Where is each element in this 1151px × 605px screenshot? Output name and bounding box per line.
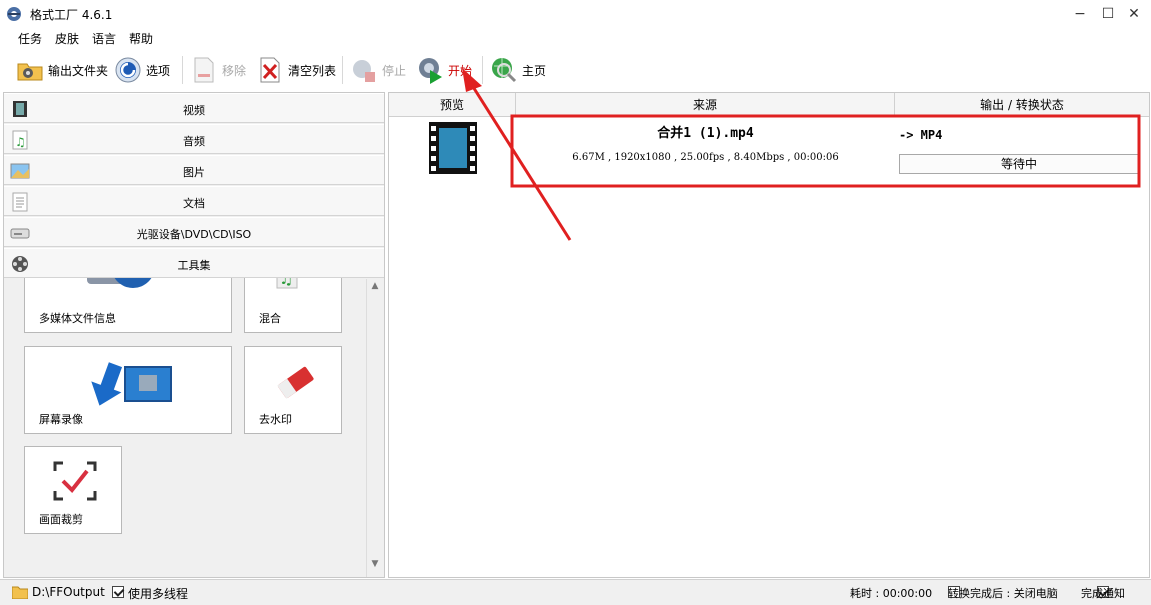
remove-watermark-label: 去水印 <box>259 413 292 426</box>
category-document-label: 文档 <box>183 197 205 210</box>
conversion-status: 等待中 <box>899 154 1139 174</box>
category-audio-label: 音频 <box>183 135 205 148</box>
menu-bar: 任务 皮肤 语言 帮助 <box>0 28 1151 48</box>
output-folder-icon <box>11 585 29 600</box>
start-label: 开始 <box>448 63 473 78</box>
start-play-icon <box>416 56 444 84</box>
crop-check-icon <box>53 461 97 501</box>
remove-document-icon <box>190 56 218 84</box>
category-document[interactable]: 文档 <box>4 186 384 216</box>
tool-remove-watermark[interactable]: 去水印 <box>244 346 342 434</box>
elapsed-time: 耗时 : 00:00:00 <box>850 587 933 600</box>
app-logo-icon <box>6 6 22 22</box>
screen-record-label: 屏幕录像 <box>39 413 83 426</box>
scroll-up-icon[interactable]: ▲ <box>369 281 381 293</box>
remove-button[interactable]: 移除 <box>190 52 246 88</box>
folder-icon <box>16 56 44 84</box>
options-gear-icon <box>114 56 142 84</box>
task-list: 预览 来源 输出 / 转换状态 合并1 (1).mp4 6.67M , 1920… <box>388 92 1150 578</box>
category-picture[interactable]: 图片 <box>4 155 384 185</box>
menu-skin[interactable]: 皮肤 <box>55 30 79 47</box>
table-row[interactable]: 合并1 (1).mp4 6.67M , 1920x1080 , 25.00fps… <box>389 118 1149 188</box>
eraser-icon <box>273 361 317 405</box>
home-button[interactable]: 主页 <box>490 52 546 88</box>
tool-screen-record[interactable]: 屏幕录像 <box>24 346 232 434</box>
media-info-label: 多媒体文件信息 <box>39 312 116 325</box>
output-folder-button[interactable]: 输出文件夹 <box>16 52 108 88</box>
title-bar: 格式工厂 4.6.1 − ☐ ✕ <box>0 0 1151 28</box>
category-toolbox-label: 工具集 <box>177 259 211 272</box>
source-filename: 合并1 (1).mp4 <box>657 126 754 141</box>
column-header-preview[interactable]: 预览 <box>389 93 516 117</box>
multithread-label: 使用多线程 <box>128 587 189 601</box>
after-convert-label: 转换完成后 : 关闭电脑 <box>948 587 1058 600</box>
source-info: 6.67M , 1920x1080 , 25.00fps , 8.40Mbps … <box>572 152 839 163</box>
video-thumbnail-icon <box>429 122 477 174</box>
function-panel: 多媒体文件信息 ♫♫ 混合 屏幕录像 去水印 画面裁剪 ▲ ▼ 视频 ♫ 音频 <box>3 92 385 578</box>
crop-label: 画面裁剪 <box>39 513 83 526</box>
notify-label: 完成通知 <box>1081 587 1125 600</box>
minimize-button[interactable]: − <box>1066 4 1094 24</box>
mix-label: 混合 <box>259 312 281 325</box>
options-label: 选项 <box>146 63 171 78</box>
menu-task[interactable]: 任务 <box>18 30 42 47</box>
column-header-output[interactable]: 输出 / 转换状态 <box>895 93 1149 117</box>
tools-scrollbar[interactable]: ▲ ▼ <box>366 279 382 577</box>
menu-help[interactable]: 帮助 <box>129 30 153 47</box>
toolbar-separator <box>342 56 343 84</box>
category-video[interactable]: 视频 <box>4 93 384 123</box>
home-label: 主页 <box>522 63 547 78</box>
category-disc-label: 光驱设备\DVD\CD\ISO <box>136 228 252 241</box>
category-picture-label: 图片 <box>183 166 205 179</box>
clear-list-icon <box>256 56 284 84</box>
window-title: 格式工厂 4.6.1 <box>30 8 113 22</box>
scroll-down-icon[interactable]: ▼ <box>369 559 381 571</box>
clear-list-label: 清空列表 <box>288 63 337 78</box>
tool-crop[interactable]: 画面裁剪 <box>24 446 122 534</box>
output-path[interactable]: D:\FFOutput <box>32 585 105 599</box>
multithread-checkbox[interactable] <box>112 586 124 598</box>
category-toolbox[interactable]: 工具集 <box>4 248 384 278</box>
stop-label: 停止 <box>382 63 407 78</box>
toolbar-separator <box>482 56 483 84</box>
menu-language[interactable]: 语言 <box>92 30 116 47</box>
screen-record-icon <box>85 361 175 411</box>
stop-icon <box>350 56 378 84</box>
category-video-label: 视频 <box>183 104 205 117</box>
status-bar: D:\FFOutput 使用多线程 耗时 : 00:00:00 转换完成后 : … <box>0 579 1151 605</box>
maximize-button[interactable]: ☐ <box>1094 4 1122 24</box>
close-button[interactable]: ✕ <box>1120 4 1148 24</box>
output-format: -> MP4 <box>899 128 943 142</box>
toolbar-separator <box>182 56 183 84</box>
remove-label: 移除 <box>222 63 247 78</box>
output-folder-label: 输出文件夹 <box>48 63 109 78</box>
options-button[interactable]: 选项 <box>114 52 170 88</box>
start-button[interactable]: 开始 <box>416 52 472 88</box>
home-globe-icon <box>490 56 518 84</box>
stop-button[interactable]: 停止 <box>350 52 406 88</box>
toolbar: 输出文件夹 选项 移除 清空列表 停止 开始 主页 <box>0 48 1151 92</box>
clear-list-button[interactable]: 清空列表 <box>256 52 336 88</box>
category-disc[interactable]: 光驱设备\DVD\CD\ISO <box>4 217 384 247</box>
category-audio[interactable]: ♫ 音频 <box>4 124 384 154</box>
column-header-source[interactable]: 来源 <box>516 93 895 117</box>
